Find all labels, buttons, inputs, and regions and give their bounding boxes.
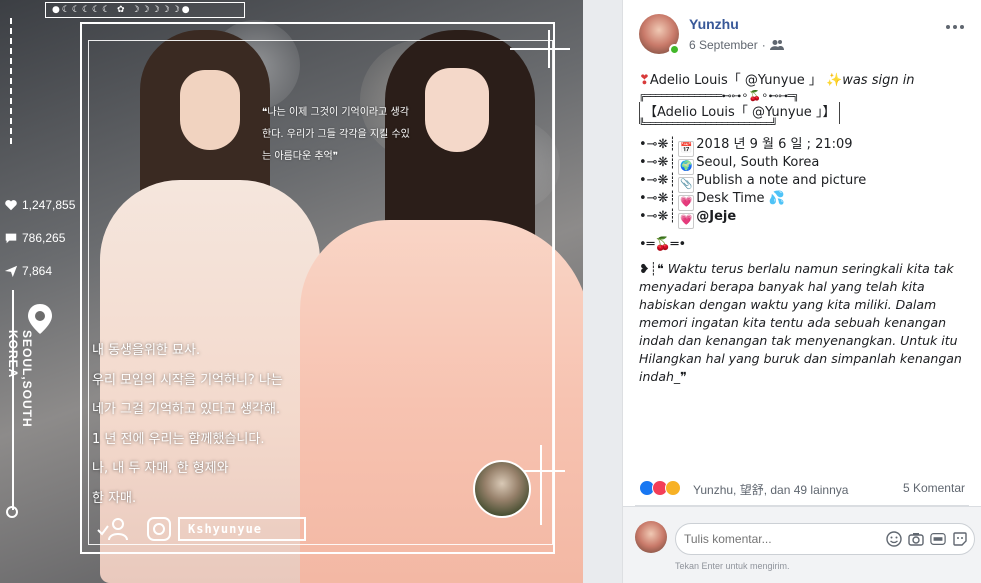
camera-icon (147, 517, 171, 541)
comments-count[interactable]: 5 Komentar (903, 481, 965, 495)
photo-body-line: 네가 그걸 기억하고 있다고 생각해. (92, 402, 281, 417)
headline-suffix: was sign in (842, 73, 915, 88)
post-text: ❣Adelio Louis「 @Yunyue 」 ✨was sign in ╔═… (639, 72, 969, 386)
post-header: Yunzhu 6 September · (639, 14, 971, 56)
section-divider: •═🍒═• (639, 237, 687, 252)
commenter-avatar[interactable] (635, 521, 667, 553)
gif-icon[interactable] (930, 531, 946, 547)
reactors-text[interactable]: Yunzhu, 望舒, dan 49 lainnya (693, 481, 848, 498)
chat-bubble-icon (5, 233, 17, 244)
box-top-border: ╔══════════════⊷⊶⚬🍒⚬⊷⊶═╗ (639, 91, 799, 102)
photo-body-line: 1 년 전에 우리는 함께했습니다. (92, 431, 265, 447)
heart-icon (5, 200, 17, 211)
post-meta: 6 September · (689, 38, 784, 52)
meta-separator: · (761, 38, 766, 52)
vertical-location-text: SEOUL,SOUTH KOREA (6, 330, 34, 428)
reactions-bar: Yunzhu, 望舒, dan 49 lainnya 5 Komentar (639, 478, 965, 498)
photo-body-line: 내 동생을위한 묘사. (92, 343, 201, 358)
mention-link[interactable]: @Jeje (696, 209, 736, 224)
heart-icon: 💗 (678, 213, 695, 229)
bullet-ornament: •⊸❋┊ (639, 191, 677, 206)
frame-accent (540, 445, 542, 525)
detail-text: 2018 년 9 월 6 일 ; 21:09 (696, 137, 853, 152)
paragraph-text: ❝ Waktu terus berlalu namun seringkali k… (639, 261, 962, 384)
bullet-ornament: •⊸❋┊ (639, 209, 677, 224)
photo-like-count-text: 1,247,855 (22, 198, 76, 212)
comment-tools (886, 531, 968, 547)
photo-comment-count-text: 786,265 (22, 231, 66, 245)
photo-avatar-inset (473, 460, 531, 518)
left-dashed-line (10, 18, 12, 148)
photo-body-line: 한 자매. (92, 490, 137, 506)
detail-text: Publish a note and picture (696, 173, 867, 188)
post-card: Yunzhu 6 September · ❣Adelio Louis「 @Yun… (622, 0, 981, 583)
post-date[interactable]: 6 September (689, 38, 758, 52)
post-photo[interactable]: ●☾☾☾☾☾ ✿ ☽☽☽☽☽● 1,247,855 786,265 7,864 … (0, 0, 583, 583)
bullet-ornament: •⊸❋┊ (639, 173, 677, 188)
photo-body-line: 우리 모임의 시작을 기억하니? 나는 (92, 372, 283, 388)
frame-accent (510, 48, 570, 50)
slider-knob[interactable] (6, 506, 18, 518)
photo-body-text: 내 동생을위한 묘사. 우리 모임의 시작을 기억하니? 나는 네가 그걸 기억… (92, 336, 332, 513)
post-paragraph: ❥┊❝ Waktu terus berlalu namun seringkali… (639, 260, 969, 386)
send-icon (4, 265, 18, 278)
friends-icon[interactable] (769, 39, 784, 51)
wow-reaction-icon[interactable] (665, 480, 681, 496)
photo-share-count: 7,864 (4, 264, 52, 278)
brand-label: Kshyunyue (178, 517, 306, 541)
camera-icon[interactable] (908, 531, 924, 547)
detail-text: Desk Time 💦 (696, 191, 785, 206)
enter-hint: Tekan Enter untuk mengirim. (675, 561, 790, 571)
author-name[interactable]: Yunzhu (689, 16, 739, 32)
detail-line: •⊸❋┊ 📎 Publish a note and picture (639, 172, 969, 193)
sparkle-icon: ✨ (826, 73, 843, 88)
photo-quote: ❝나는 이제 그것이 기억이라고 생각한다. 우리가 그들 각각을 지킬 수있는… (262, 107, 410, 162)
photo-body-line: 나, 내 두 자매, 한 형제와 (92, 461, 229, 476)
bullet-ornament: •⊸❋┊ (639, 155, 677, 170)
detail-line: •⊸❋┊ 💗 Desk Time 💦 (639, 190, 969, 211)
bullet-ornament: •⊸❋┊ (639, 137, 677, 152)
detail-line: •⊸❋┊ 💗 @Jeje (639, 208, 969, 229)
detail-line: •⊸❋┊ 📅 2018 년 9 월 6 일 ; 21:09 (639, 136, 969, 157)
detail-text: Seoul, South Korea (696, 155, 820, 170)
app-root: ●☾☾☾☾☾ ✿ ☽☽☽☽☽● 1,247,855 786,265 7,864 … (0, 0, 981, 583)
sticker-icon[interactable] (952, 531, 968, 547)
photo-like-count: 1,247,855 (4, 198, 75, 212)
online-indicator (669, 44, 680, 55)
box-content: 【Adelio Louis「 @Yunyue 」】 (639, 102, 969, 124)
moon-phase-bar: ●☾☾☾☾☾ ✿ ☽☽☽☽☽● (45, 2, 245, 18)
detail-line: •⊸❋┊ 🌍 Seoul, South Korea (639, 154, 969, 175)
headline-name[interactable]: Adelio Louis「 @Yunyue 」 (650, 73, 822, 88)
frame-accent (548, 30, 550, 68)
more-options-button[interactable] (943, 18, 967, 36)
photo-comment-count: 786,265 (4, 231, 65, 245)
heart-exclamation-icon: ❣ (639, 73, 650, 88)
photo-share-count-text: 7,864 (22, 264, 53, 278)
heart-bullet-icon: ❥┊ (639, 261, 657, 276)
user-check-icon (97, 518, 128, 541)
comment-composer: Tekan Enter untuk mengirim. (623, 506, 981, 583)
emoji-icon[interactable] (886, 531, 902, 547)
post-headline: ❣Adelio Louis「 @Yunyue 」 ✨was sign in (639, 72, 969, 90)
